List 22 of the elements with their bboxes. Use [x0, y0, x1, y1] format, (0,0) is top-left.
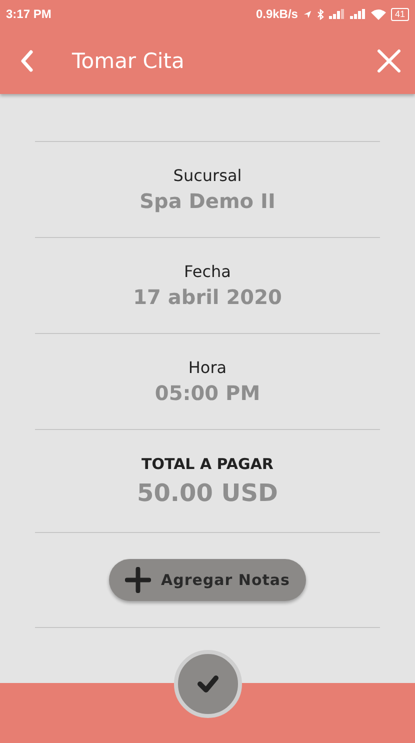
checkmark-icon	[197, 675, 219, 693]
add-notes-button[interactable]: Agregar Notas	[109, 559, 306, 601]
close-button[interactable]	[377, 49, 401, 73]
battery-icon: 41	[390, 8, 409, 20]
total-value: 50.00 USD	[137, 479, 278, 507]
detail-value: Spa Demo II	[140, 189, 276, 213]
signal-icon	[328, 9, 345, 19]
bluetooth-icon	[316, 8, 324, 20]
signal-icon	[350, 9, 366, 19]
plus-icon	[125, 567, 151, 593]
status-time: 3:17 PM	[6, 7, 52, 21]
location-icon	[302, 10, 312, 18]
detail-label: Hora	[188, 358, 227, 377]
detail-value: 17 abril 2020	[133, 285, 282, 309]
detail-value: 05:00 PM	[154, 381, 260, 405]
back-button[interactable]	[20, 50, 34, 72]
network-speed: 0.9kB/s	[256, 7, 298, 21]
total-label: TOTAL A PAGAR	[142, 455, 274, 473]
screen-title: Tomar Cita	[72, 49, 186, 73]
detail-label: Sucursal	[173, 166, 242, 185]
wifi-icon	[370, 8, 386, 20]
detail-label: Fecha	[184, 262, 231, 281]
